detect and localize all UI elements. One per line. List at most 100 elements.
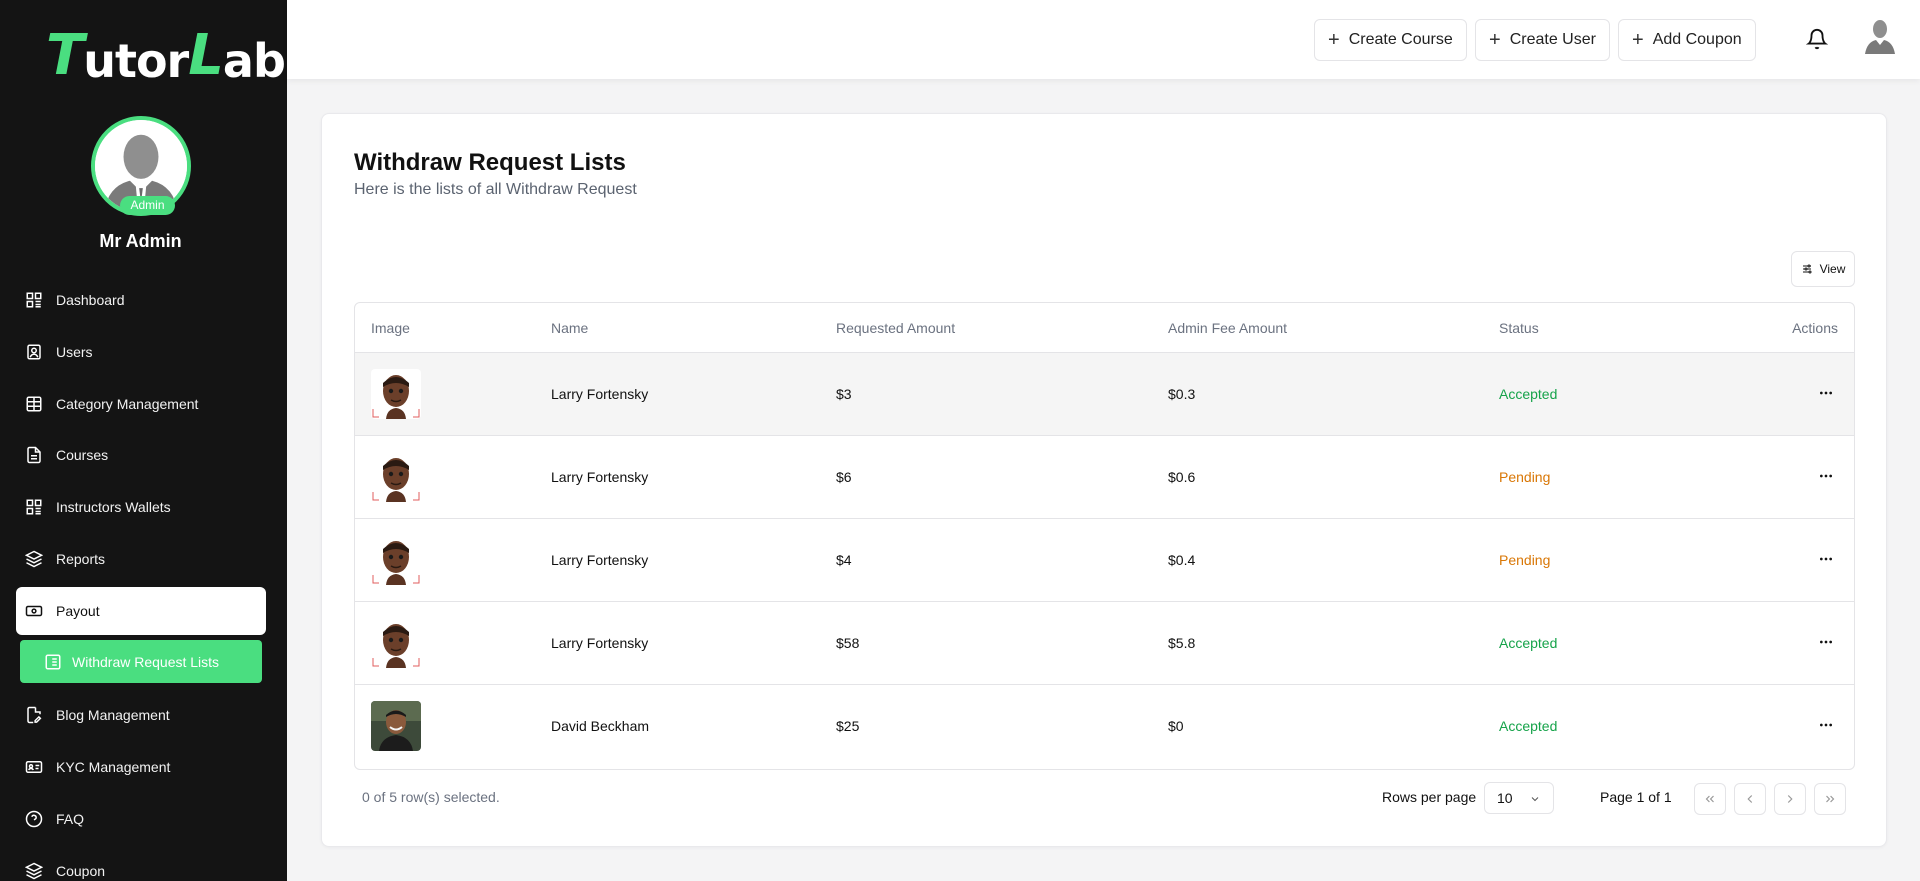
- dashboard-icon: [25, 291, 43, 309]
- sidebar-item-label: Instructors Wallets: [56, 499, 171, 515]
- row-actions-button[interactable]: [1814, 547, 1838, 571]
- page-subtitle: Here is the lists of all Withdraw Reques…: [354, 181, 637, 198]
- row-admin-fee: $0: [1168, 718, 1184, 734]
- row-name: Larry Fortensky: [551, 386, 649, 402]
- page-title: Withdraw Request Lists: [354, 149, 626, 176]
- sidebar-subitem-label: Withdraw Request Lists: [72, 653, 220, 670]
- table-row[interactable]: David Beckham $25 $0 Accepted: [355, 685, 1854, 768]
- table-icon: [25, 395, 43, 413]
- file-edit-icon: [25, 706, 43, 724]
- status-badge: Pending: [1499, 552, 1551, 568]
- sidebar-item-courses[interactable]: Courses: [16, 431, 266, 479]
- user-avatar: [371, 369, 421, 419]
- rows-per-page-select[interactable]: 10: [1484, 782, 1554, 814]
- row-name: Larry Fortensky: [551, 635, 649, 651]
- status-badge: Accepted: [1499, 718, 1558, 734]
- row-requested-amount: $25: [836, 718, 860, 734]
- row-actions-button[interactable]: [1814, 713, 1838, 737]
- rows-per-page-value: 10: [1497, 790, 1513, 806]
- create-user-button[interactable]: + Create User: [1475, 19, 1610, 61]
- users-icon: [25, 343, 43, 361]
- sidebar-item-users[interactable]: Users: [16, 328, 266, 376]
- chevron-left-icon: [1747, 795, 1753, 803]
- table-row[interactable]: Larry Fortensky $6 $0.6 Pending: [355, 436, 1854, 519]
- layers-icon: [25, 862, 43, 880]
- status-badge: Pending: [1499, 469, 1551, 485]
- create-course-label: Create Course: [1348, 31, 1453, 48]
- row-admin-fee: $0.3: [1168, 386, 1196, 402]
- chevron-right-icon: [1787, 795, 1793, 803]
- row-actions-button[interactable]: [1814, 381, 1838, 405]
- user-avatar: [371, 618, 421, 668]
- table-row[interactable]: Larry Fortensky $58 $5.8 Accepted: [355, 602, 1854, 685]
- row-admin-fee: $0.4: [1168, 552, 1196, 568]
- user-avatar: [371, 452, 421, 502]
- row-name: Larry Fortensky: [551, 469, 649, 485]
- add-coupon-button[interactable]: + Add Coupon: [1618, 19, 1756, 61]
- plus-icon: +: [1632, 29, 1644, 51]
- tutorlab-logo[interactable]: Tutor Lab: [46, 23, 286, 88]
- table-row[interactable]: Larry Fortensky $3 $0.3 Accepted: [355, 353, 1854, 436]
- sidebar-item-kyc-management[interactable]: KYC Management: [16, 743, 266, 791]
- row-admin-fee: $0.6: [1168, 469, 1196, 485]
- sidebar-item-reports[interactable]: Reports: [16, 535, 266, 583]
- sidebar-item-label: KYC Management: [56, 759, 171, 775]
- sidebar-item-label: Dashboard: [56, 292, 125, 308]
- user-avatar: [371, 701, 421, 751]
- sidebar-item-label: Courses: [56, 447, 109, 463]
- last-page-button[interactable]: [1814, 783, 1846, 815]
- sidebar-item-faq[interactable]: FAQ: [16, 795, 266, 843]
- sidebar-subitem-withdraw-request-lists[interactable]: Withdraw Request Lists: [20, 640, 262, 683]
- first-page-button[interactable]: [1694, 783, 1726, 815]
- chevrons-left-icon: [1705, 795, 1714, 803]
- sidebar-item-category-management[interactable]: Category Management: [16, 380, 266, 428]
- logo-letter-l: L: [188, 23, 224, 88]
- status-badge: Accepted: [1499, 635, 1558, 651]
- sidebar-item-label: Coupon: [56, 863, 106, 879]
- header-image: Image: [371, 320, 410, 336]
- sidebar-item-dashboard[interactable]: Dashboard: [16, 276, 266, 324]
- id-card-icon: [25, 758, 43, 776]
- plus-icon: +: [1328, 29, 1340, 51]
- sidebar-item-blog-management[interactable]: Blog Management: [16, 691, 266, 739]
- logo-text-ab: ab: [222, 34, 286, 88]
- dashboard-icon: [25, 498, 43, 516]
- bell-icon[interactable]: [1805, 28, 1829, 50]
- sidebar-item-label: Reports: [56, 551, 106, 567]
- more-horizontal-icon: [1820, 474, 1832, 478]
- logo-letter-t: T: [46, 23, 84, 88]
- file-icon: [25, 446, 43, 464]
- more-horizontal-icon: [1820, 640, 1832, 644]
- sidebar-item-instructors-wallets[interactable]: Instructors Wallets: [16, 483, 266, 531]
- header-status: Status: [1499, 320, 1539, 336]
- header-name: Name: [551, 320, 589, 336]
- view-options-button[interactable]: View: [1791, 251, 1855, 287]
- sidebar-item-label: Users: [56, 344, 93, 360]
- sidebar-item-label: Category Management: [56, 396, 199, 412]
- next-page-button[interactable]: [1774, 783, 1806, 815]
- sidebar-item-payout[interactable]: Payout: [16, 587, 266, 635]
- withdraw-requests-card: Withdraw Request Lists Here is the lists…: [321, 113, 1887, 847]
- withdraw-table: Image Name Requested Amount Admin Fee Am…: [354, 302, 1855, 770]
- more-horizontal-icon: [1820, 723, 1832, 727]
- status-badge: Accepted: [1499, 386, 1558, 402]
- top-header: + Create Course + Create User + Add Coup…: [287, 0, 1920, 79]
- header-admin-fee: Admin Fee Amount: [1168, 320, 1288, 336]
- create-course-button[interactable]: + Create Course: [1314, 19, 1467, 61]
- row-actions-button[interactable]: [1814, 464, 1838, 488]
- create-user-label: Create User: [1509, 31, 1596, 48]
- row-requested-amount: $6: [836, 469, 852, 485]
- sidebar: Tutor Lab Admin Mr Admin Dashboard Users …: [0, 0, 287, 881]
- help-circle-icon: [25, 810, 43, 828]
- add-coupon-label: Add Coupon: [1652, 31, 1742, 48]
- sidebar-item-coupon[interactable]: Coupon: [16, 847, 266, 881]
- row-requested-amount: $4: [836, 552, 852, 568]
- list-icon: [44, 653, 62, 671]
- row-requested-amount: $3: [836, 386, 852, 402]
- previous-page-button[interactable]: [1734, 783, 1766, 815]
- logo-text-utor: utor: [83, 34, 189, 88]
- row-actions-button[interactable]: [1814, 630, 1838, 654]
- view-button-label: View: [1819, 262, 1846, 276]
- table-row[interactable]: Larry Fortensky $4 $0.4 Pending: [355, 519, 1854, 602]
- user-profile-icon[interactable]: [1864, 18, 1896, 54]
